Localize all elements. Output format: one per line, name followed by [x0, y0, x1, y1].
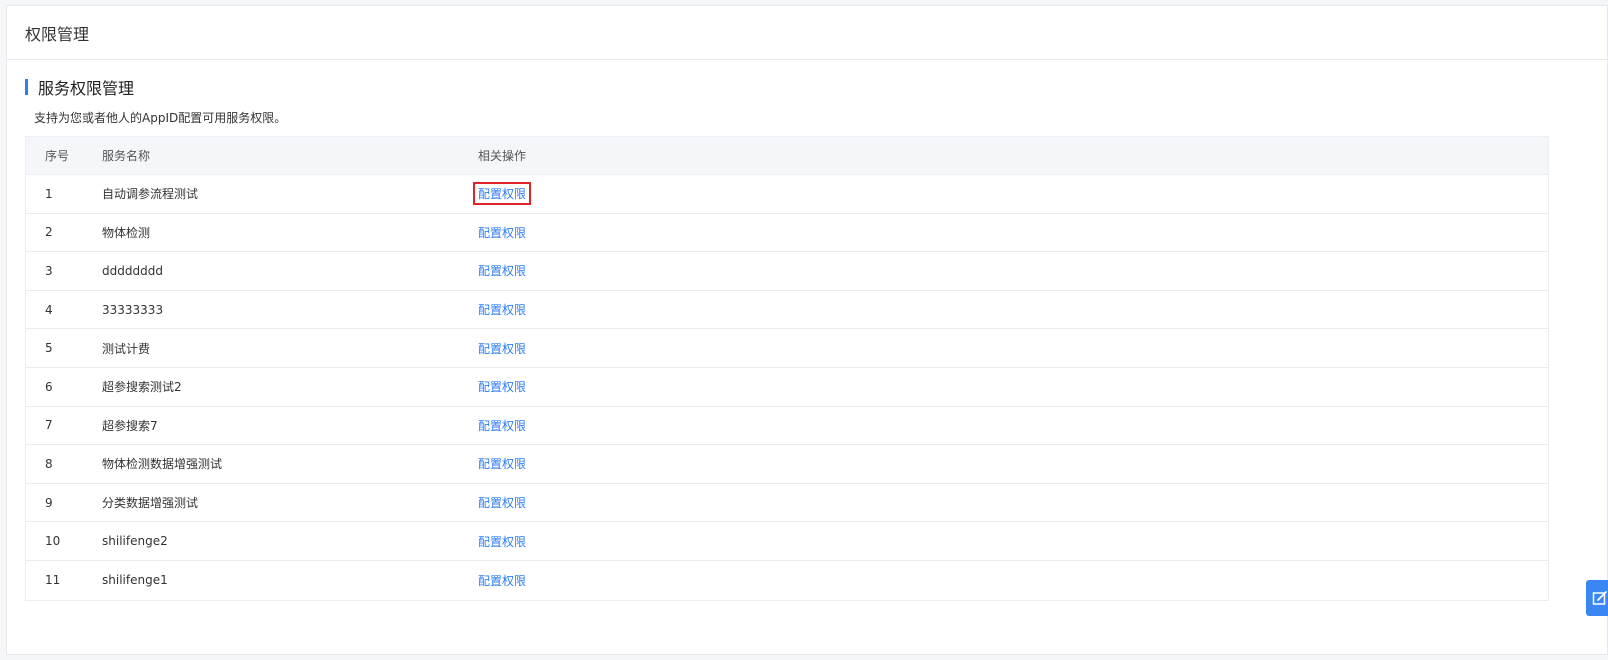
column-header-action: 相关操作	[478, 149, 527, 163]
edit-icon	[1592, 590, 1608, 606]
row-service-name: 超参搜索测试2	[102, 380, 182, 395]
table-row: 2 物体检测 配置权限	[26, 213, 1548, 253]
service-table: 序号 服务名称 相关操作 1 自动调参流程测试 配置权限 2 物体检测 配置权限…	[25, 136, 1549, 601]
row-service-name: 33333333	[102, 302, 164, 317]
row-service-name: 自动调参流程测试	[102, 187, 199, 202]
row-index: 4	[45, 302, 53, 317]
table-row: 9 分类数据增强测试 配置权限	[26, 483, 1548, 523]
table-row: 1 自动调参流程测试 配置权限	[26, 175, 1548, 214]
configure-permission-link[interactable]: 配置权限	[473, 491, 531, 514]
section-title: 服务权限管理	[25, 76, 1589, 98]
table-row: 3 dddddddd 配置权限	[26, 252, 1548, 291]
row-service-name: shilifenge2	[102, 534, 168, 549]
column-header-index: 序号	[45, 149, 70, 163]
row-index: 6	[45, 379, 53, 394]
page-header: 权限管理	[7, 6, 1607, 60]
table-row: 6 超参搜索测试2 配置权限	[26, 367, 1548, 407]
row-index: 11	[45, 573, 61, 588]
configure-permission-link[interactable]: 配置权限	[473, 221, 531, 244]
configure-permission-link[interactable]: 配置权限	[473, 337, 531, 360]
row-service-name: shilifenge1	[102, 573, 168, 588]
floating-edit-button[interactable]	[1586, 580, 1608, 616]
row-index: 10	[45, 534, 61, 549]
row-index: 8	[45, 456, 53, 471]
service-permission-section: 服务权限管理 支持为您或者他人的AppID配置可用服务权限。 序号 服务名称 相…	[7, 76, 1607, 601]
row-index: 7	[45, 418, 53, 433]
configure-permission-link[interactable]: 配置权限	[473, 530, 531, 553]
configure-permission-link[interactable]: 配置权限	[473, 452, 531, 475]
configure-permission-link[interactable]: 配置权限	[473, 375, 531, 398]
row-index: 1	[45, 186, 53, 201]
row-service-name: 超参搜索7	[102, 418, 158, 433]
row-index: 2	[45, 225, 53, 240]
table-row: 8 物体检测数据增强测试 配置权限	[26, 445, 1548, 484]
row-index: 5	[45, 341, 53, 356]
table-row: 5 测试计费 配置权限	[26, 329, 1548, 368]
row-service-name: 物体检测	[102, 225, 151, 240]
section-title-accent-bar	[25, 79, 28, 95]
page-title: 权限管理	[25, 24, 90, 44]
row-service-name: 测试计费	[102, 341, 151, 356]
configure-permission-link[interactable]: 配置权限	[473, 182, 532, 206]
configure-permission-link[interactable]: 配置权限	[473, 298, 531, 321]
row-service-name: dddddddd	[102, 263, 163, 278]
configure-permission-link[interactable]: 配置权限	[473, 259, 531, 282]
configure-permission-link[interactable]: 配置权限	[473, 569, 531, 592]
section-title-text: 服务权限管理	[38, 79, 135, 98]
table-row: 10 shilifenge2 配置权限	[26, 522, 1548, 561]
row-service-name: 物体检测数据增强测试	[102, 457, 223, 472]
table-row: 11 shilifenge1 配置权限	[26, 560, 1548, 600]
table-header-row: 序号 服务名称 相关操作	[26, 137, 1548, 175]
table-row: 4 33333333 配置权限	[26, 290, 1548, 330]
table-row: 7 超参搜索7 配置权限	[26, 406, 1548, 446]
section-description: 支持为您或者他人的AppID配置可用服务权限。	[34, 111, 287, 125]
page-container: 权限管理 服务权限管理 支持为您或者他人的AppID配置可用服务权限。 序号 服…	[6, 5, 1608, 655]
configure-permission-link[interactable]: 配置权限	[473, 414, 531, 437]
row-index: 9	[45, 495, 53, 510]
row-service-name: 分类数据增强测试	[102, 496, 199, 511]
row-index: 3	[45, 263, 53, 278]
column-header-name: 服务名称	[102, 149, 151, 163]
